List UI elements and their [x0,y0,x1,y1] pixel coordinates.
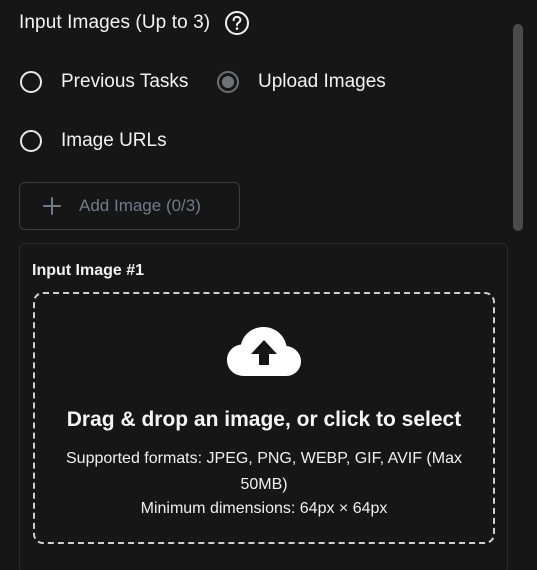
question-circle-icon[interactable] [224,10,250,36]
radio-dot [222,76,234,88]
image-dropzone[interactable]: Drag & drop an image, or click to select… [33,292,495,544]
supported-formats-text: Supported formats: JPEG, PNG, WEBP, GIF,… [66,450,462,493]
radio-button[interactable] [20,71,42,93]
radio-label: Previous Tasks [61,71,189,92]
min-dimensions-text: Minimum dimensions: 64px × 64px [140,500,388,517]
radio-previous-tasks[interactable]: Previous Tasks [20,71,188,93]
scrollbar-thumb[interactable] [513,24,523,231]
radio-upload-images[interactable]: Upload Images [217,71,386,93]
radio-label: Upload Images [258,71,386,92]
radio-image-urls[interactable]: Image URLs [20,130,167,152]
radio-button-selected[interactable] [217,71,239,93]
plus-icon [42,196,62,216]
dropzone-main-text: Drag & drop an image, or click to select [66,408,462,431]
section-header: Input Images (Up to 3) [19,8,250,38]
input-image-card: Input Image #1 Drag & drop an image, or … [19,243,508,570]
cloud-upload-icon [227,327,301,376]
add-image-button[interactable]: Add Image (0/3) [19,182,240,230]
section-title: Input Images (Up to 3) [19,12,211,33]
add-image-label: Add Image (0/3) [79,196,201,215]
radio-label: Image URLs [61,130,167,151]
input-image-title: Input Image #1 [32,262,145,279]
radio-button[interactable] [20,130,42,152]
input-images-panel: Input Images (Up to 3) Previous Tasks Up… [0,0,537,570]
